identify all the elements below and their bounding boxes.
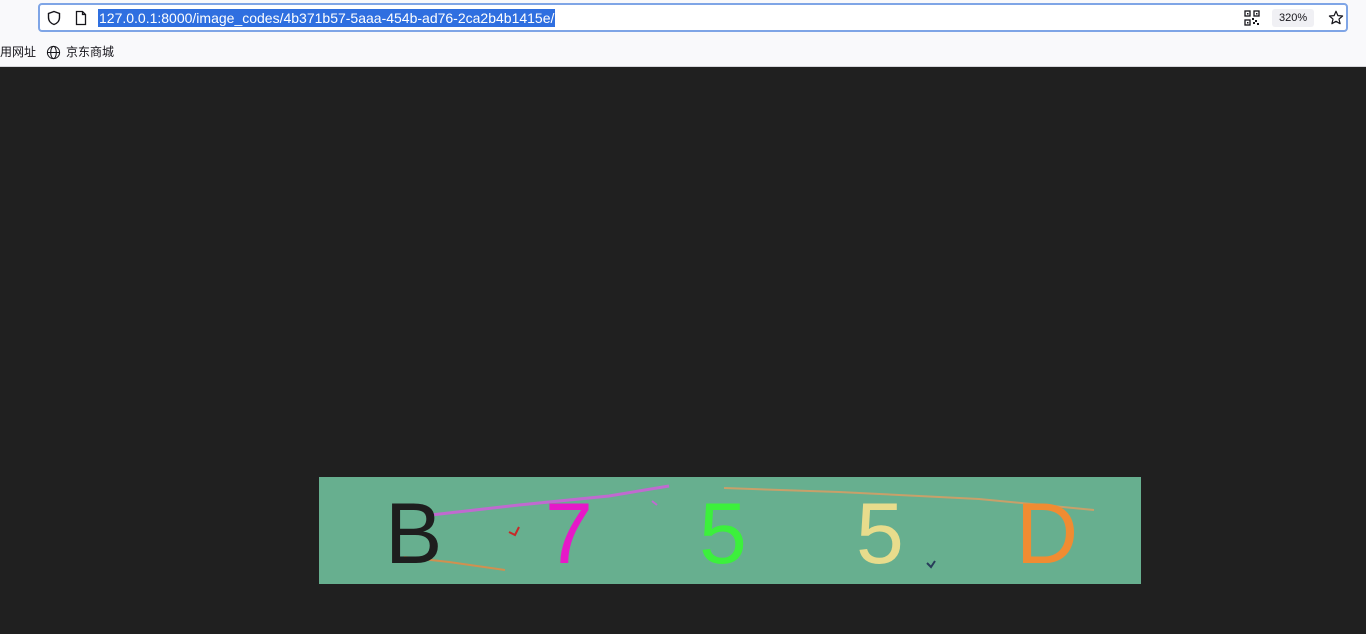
bookmark-label: 京东商城: [66, 45, 115, 59]
zoom-level-button[interactable]: 320%: [1272, 9, 1315, 27]
shield-icon[interactable]: [46, 10, 62, 26]
captcha-char: 7: [545, 486, 593, 582]
captcha-char: 5: [856, 486, 904, 582]
page-icon[interactable]: [73, 10, 89, 26]
qr-code-icon[interactable]: [1244, 10, 1260, 26]
bookmark-star-icon[interactable]: [1328, 10, 1344, 26]
captcha-char: D: [1016, 486, 1079, 582]
globe-icon: [46, 45, 61, 59]
bookmark-item-jd[interactable]: 京东商城: [46, 44, 114, 60]
url-text[interactable]: 127.0.0.1:8000/image_codes/4b371b57-5aaa…: [98, 9, 556, 27]
bookmark-item[interactable]: 用网址: [0, 44, 36, 60]
address-bar[interactable]: 127.0.0.1:8000/image_codes/4b371b57-5aaa…: [38, 3, 1348, 32]
captcha-char: B: [385, 486, 443, 582]
page-content: B 7 5 5 D: [0, 67, 1366, 634]
captcha-char: 5: [699, 486, 747, 582]
bookmarks-toolbar: 用网址 京东商城: [0, 38, 1366, 66]
captcha-image: B 7 5 5 D: [319, 477, 1141, 584]
browser-toolbar: 127.0.0.1:8000/image_codes/4b371b57-5aaa…: [0, 0, 1366, 67]
